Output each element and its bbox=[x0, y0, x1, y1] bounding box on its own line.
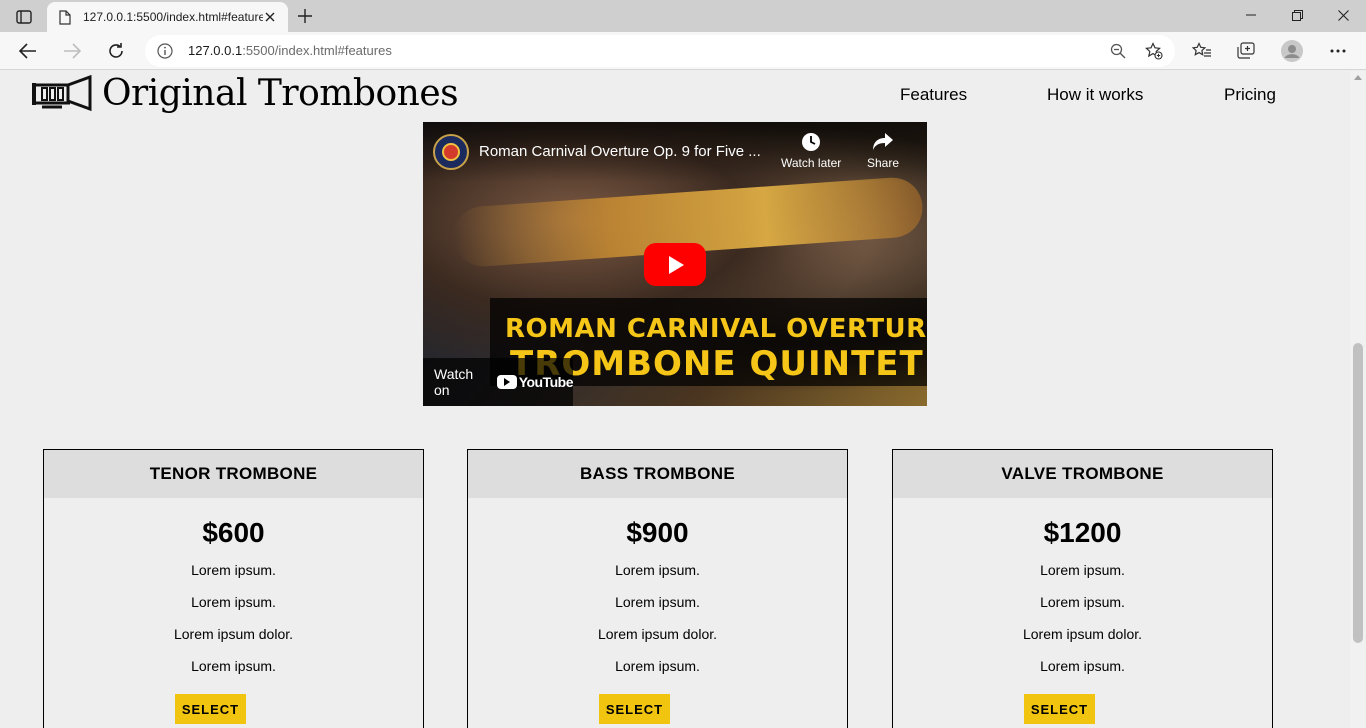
address-bar[interactable]: 127.0.0.1:5500/index.html#features bbox=[145, 35, 1175, 67]
restore-icon[interactable] bbox=[1274, 4, 1320, 26]
feature-item: Lorem ipsum. bbox=[615, 658, 700, 674]
page-icon bbox=[59, 9, 73, 25]
card-price: $900 bbox=[626, 517, 689, 548]
select-button[interactable]: SELECT bbox=[175, 694, 246, 724]
feature-item: Lorem ipsum. bbox=[191, 658, 276, 674]
refresh-icon[interactable] bbox=[102, 37, 130, 65]
back-arrow-icon[interactable] bbox=[14, 37, 42, 65]
collections-icon[interactable] bbox=[1235, 40, 1257, 62]
feature-item: Lorem ipsum dolor. bbox=[597, 626, 718, 642]
trumpet-logo-icon bbox=[32, 74, 92, 111]
tab-title: 127.0.0.1:5500/index.html#features bbox=[83, 10, 263, 24]
close-tab-icon[interactable] bbox=[262, 9, 278, 25]
add-favorite-icon[interactable] bbox=[1145, 42, 1163, 60]
video-embed[interactable]: Roman Carnival Overture Op. 9 for Five .… bbox=[423, 122, 927, 406]
youtube-logo: YouTube bbox=[496, 374, 574, 390]
watch-on-youtube-button[interactable]: Watch on YouTube bbox=[423, 358, 574, 406]
browser-toolbar: 127.0.0.1:5500/index.html#features bbox=[0, 32, 1366, 70]
feature-list: Lorem ipsum. Lorem ipsum. Lorem ipsum do… bbox=[893, 554, 1272, 682]
forward-arrow-icon[interactable] bbox=[58, 37, 86, 65]
close-window-icon[interactable] bbox=[1320, 4, 1366, 26]
profile-avatar-icon[interactable] bbox=[1281, 40, 1303, 62]
nav-link-pricing[interactable]: Pricing bbox=[1224, 85, 1276, 105]
select-button[interactable]: SELECT bbox=[599, 694, 670, 724]
feature-list: Lorem ipsum. Lorem ipsum. Lorem ipsum do… bbox=[44, 554, 423, 682]
pricing-card-bass: BASS TROMBONE $900 Lorem ipsum. Lorem ip… bbox=[467, 449, 848, 728]
more-menu-icon[interactable] bbox=[1327, 40, 1349, 62]
feature-item: Lorem ipsum dolor. bbox=[1022, 626, 1143, 642]
url-text: 127.0.0.1:5500/index.html#features bbox=[188, 43, 392, 58]
logo-text: Original Trombones bbox=[102, 73, 459, 114]
feature-list: Lorem ipsum. Lorem ipsum. Lorem ipsum do… bbox=[468, 554, 847, 682]
scroll-up-arrow-icon[interactable] bbox=[1354, 75, 1362, 80]
feature-item: Lorem ipsum. bbox=[191, 594, 276, 610]
url-path: :5500/index.html#features bbox=[242, 43, 392, 58]
card-title: VALVE TROMBONE bbox=[893, 450, 1272, 498]
pricing-card-valve: VALVE TROMBONE $1200 Lorem ipsum. Lorem … bbox=[892, 449, 1273, 728]
favorites-icon[interactable] bbox=[1191, 40, 1213, 62]
browser-tab-bar: 127.0.0.1:5500/index.html#features bbox=[0, 0, 1366, 32]
youtube-play-icon bbox=[496, 375, 517, 389]
watch-later-button[interactable]: Watch later bbox=[781, 132, 841, 170]
page-viewport: Original Trombones Features How it works… bbox=[0, 71, 1350, 728]
share-button[interactable]: Share bbox=[867, 132, 899, 170]
share-label: Share bbox=[867, 156, 900, 170]
card-title: BASS TROMBONE bbox=[468, 450, 847, 498]
play-icon bbox=[669, 255, 684, 274]
page-scrollbar[interactable] bbox=[1350, 71, 1366, 728]
channel-avatar-icon[interactable] bbox=[433, 134, 469, 170]
feature-item: Lorem ipsum. bbox=[1040, 658, 1125, 674]
card-price: $600 bbox=[202, 517, 265, 548]
caption-line-1: ROMAN CARNIVAL OVERTURE bbox=[505, 314, 927, 344]
new-tab-icon[interactable] bbox=[294, 5, 316, 27]
play-button[interactable] bbox=[644, 243, 706, 286]
watch-later-label: Watch later bbox=[781, 156, 842, 170]
share-icon bbox=[873, 133, 894, 150]
feature-item: Lorem ipsum. bbox=[1040, 594, 1125, 610]
nav-link-features[interactable]: Features bbox=[900, 85, 967, 105]
feature-item: Lorem ipsum. bbox=[615, 562, 700, 578]
feature-item: Lorem ipsum. bbox=[615, 594, 700, 610]
clock-icon bbox=[802, 133, 821, 151]
site-info-icon[interactable] bbox=[157, 43, 173, 59]
feature-item: Lorem ipsum dolor. bbox=[173, 626, 294, 642]
nav-link-how-it-works[interactable]: How it works bbox=[1047, 85, 1143, 105]
scrollbar-thumb[interactable] bbox=[1353, 343, 1363, 643]
youtube-wordmark: YouTube bbox=[518, 374, 574, 390]
watch-on-label: Watch on bbox=[434, 366, 474, 398]
feature-item: Lorem ipsum. bbox=[191, 562, 276, 578]
feature-item: Lorem ipsum. bbox=[1040, 562, 1125, 578]
pricing-card-tenor: TENOR TROMBONE $600 Lorem ipsum. Lorem i… bbox=[43, 449, 424, 728]
card-price: $1200 bbox=[1043, 517, 1122, 548]
card-title: TENOR TROMBONE bbox=[44, 450, 423, 498]
minimize-icon[interactable] bbox=[1228, 4, 1274, 26]
site-logo[interactable]: Original Trombones bbox=[30, 73, 459, 114]
select-button[interactable]: SELECT bbox=[1024, 694, 1095, 724]
zoom-icon[interactable] bbox=[1109, 42, 1127, 60]
tab-actions-icon[interactable] bbox=[10, 6, 38, 28]
browser-tab[interactable]: 127.0.0.1:5500/index.html#features bbox=[47, 2, 288, 32]
url-host: 127.0.0.1 bbox=[188, 43, 243, 58]
video-title[interactable]: Roman Carnival Overture Op. 9 for Five .… bbox=[479, 143, 761, 160]
